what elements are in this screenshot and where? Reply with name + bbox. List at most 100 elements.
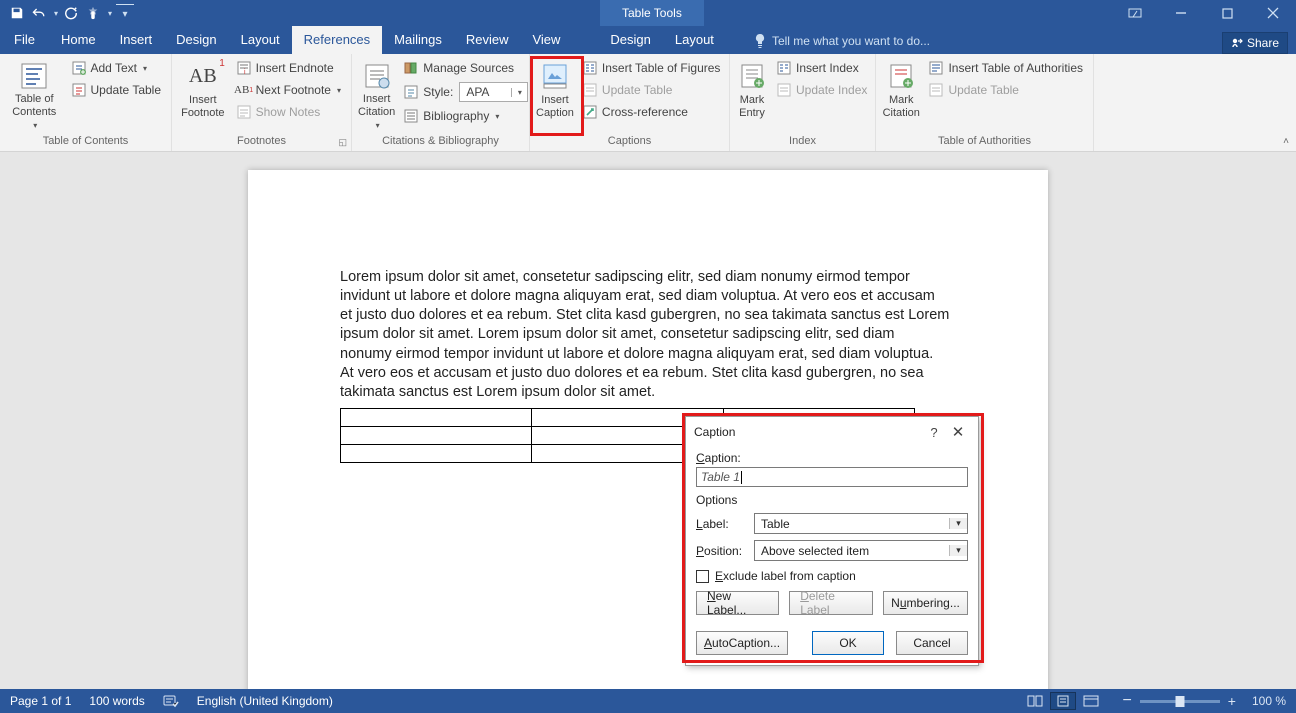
undo-icon[interactable] — [30, 4, 48, 22]
insert-toa-button[interactable]: Insert Table of Authorities — [924, 58, 1087, 78]
qat-customize-icon[interactable]: ▾ — [116, 4, 134, 22]
table-of-contents-button[interactable]: Table of Contents ▾ — [6, 58, 63, 130]
cross-ref-label: Cross-reference — [602, 105, 688, 119]
style-combo[interactable]: APA ▾ — [459, 82, 528, 102]
update-toa-button[interactable]: Update Table — [924, 80, 1087, 100]
group-label-toa: Table of Authorities — [876, 133, 1093, 151]
insert-toa-label: Insert Table of Authorities — [948, 61, 1083, 75]
insert-footnote-button[interactable]: AB1 Insert Footnote — [178, 58, 228, 130]
status-page[interactable]: Page 1 of 1 — [10, 694, 71, 708]
update-captions-table-button[interactable]: Update Table — [578, 80, 725, 100]
delete-label-button[interactable]: Delete Label — [789, 591, 873, 615]
ok-button[interactable]: OK — [812, 631, 884, 655]
show-notes-icon — [236, 104, 252, 120]
tab-references[interactable]: References — [292, 26, 382, 54]
touch-dropdown-icon[interactable]: ▾ — [108, 9, 112, 18]
manage-sources-button[interactable]: Manage Sources — [399, 58, 532, 78]
tab-design[interactable]: Design — [164, 26, 228, 54]
autocaption-button[interactable]: AutoCaption... — [696, 631, 788, 655]
ribbon-display-options-icon[interactable] — [1112, 0, 1158, 26]
redo-icon[interactable] — [62, 4, 80, 22]
tab-review[interactable]: Review — [454, 26, 521, 54]
position-combo[interactable]: Above selected item ▾ — [754, 540, 968, 561]
chevron-down-icon: ▾ — [33, 121, 37, 130]
save-icon[interactable] — [8, 4, 26, 22]
dialog-titlebar[interactable]: Caption ? ✕ — [686, 417, 978, 447]
web-layout-icon[interactable] — [1078, 692, 1104, 710]
read-mode-icon[interactable] — [1022, 692, 1048, 710]
help-button[interactable]: ? — [922, 425, 946, 440]
tab-home[interactable]: Home — [49, 26, 108, 54]
update-toc-label: Update Table — [91, 83, 162, 97]
print-layout-icon[interactable] — [1050, 692, 1076, 710]
manage-sources-label: Manage Sources — [423, 61, 514, 75]
tab-contextual-layout[interactable]: Layout — [663, 26, 726, 54]
next-footnote-button[interactable]: AB1 Next Footnote▾ — [232, 80, 345, 100]
chevron-down-icon: ▾ — [376, 121, 380, 130]
zoom-level[interactable]: 100 % — [1252, 694, 1286, 708]
insert-citation-button[interactable]: Insert Citation ▾ — [358, 58, 395, 130]
status-word-count[interactable]: 100 words — [89, 694, 144, 708]
tab-contextual-design[interactable]: Design — [598, 26, 662, 54]
close-button[interactable] — [1250, 0, 1296, 26]
insert-caption-button[interactable]: Insert Caption — [536, 58, 574, 130]
numbering-button[interactable]: Numbering... — [883, 591, 968, 615]
undo-dropdown-icon[interactable]: ▾ — [54, 9, 58, 18]
insert-table-of-figures-button[interactable]: Insert Table of Figures — [578, 58, 725, 78]
touch-mode-icon[interactable] — [84, 4, 102, 22]
tab-insert[interactable]: Insert — [108, 26, 165, 54]
exclude-label-checkbox[interactable]: Exclude label from caption — [696, 569, 968, 583]
chevron-down-icon[interactable]: ▾ — [949, 518, 967, 529]
citation-icon — [361, 60, 393, 91]
endnote-icon: i — [236, 60, 252, 76]
spellcheck-icon[interactable] — [163, 694, 179, 708]
body-paragraph[interactable]: Lorem ipsum dolor sit amet, consetetur s… — [340, 268, 950, 402]
tab-mailings[interactable]: Mailings — [382, 26, 454, 54]
group-label-citations: Citations & Bibliography — [352, 133, 529, 151]
checkbox-icon[interactable] — [696, 570, 709, 583]
mark-entry-button[interactable]: Mark Entry — [736, 58, 768, 130]
add-text-button[interactable]: Add Text▾ — [67, 58, 166, 78]
dialog-title: Caption — [694, 425, 922, 439]
slider-thumb-icon[interactable] — [1175, 696, 1184, 707]
update-table-icon — [71, 82, 87, 98]
show-notes-label: Show Notes — [256, 105, 321, 119]
style-selector[interactable]: Style: APA ▾ — [399, 80, 532, 104]
zoom-in-button[interactable]: + — [1228, 693, 1236, 709]
label-combo[interactable]: Table ▾ — [754, 513, 968, 534]
quick-access-toolbar: ▾ ▾ ▾ — [0, 4, 134, 22]
bibliography-button[interactable]: Bibliography▾ — [399, 106, 532, 126]
tab-layout[interactable]: Layout — [229, 26, 292, 54]
dialog-launcher-icon[interactable]: ◱ — [338, 137, 347, 148]
cancel-button[interactable]: Cancel — [896, 631, 968, 655]
zoom-slider[interactable] — [1140, 700, 1220, 703]
status-language[interactable]: English (United Kingdom) — [197, 694, 333, 708]
chevron-down-icon: ▾ — [495, 112, 499, 121]
share-button[interactable]: Share — [1222, 32, 1288, 54]
tof-icon — [582, 60, 598, 76]
next-footnote-icon: AB1 — [236, 82, 252, 98]
close-icon[interactable]: ✕ — [946, 423, 970, 441]
zoom-out-button[interactable]: − — [1122, 692, 1131, 710]
document-area[interactable]: Lorem ipsum dolor sit amet, consetetur s… — [0, 152, 1296, 689]
show-notes-button[interactable]: Show Notes — [232, 102, 345, 122]
cross-reference-button[interactable]: Cross-reference — [578, 102, 725, 122]
update-index-button[interactable]: Update Index — [772, 80, 871, 100]
maximize-button[interactable] — [1204, 0, 1250, 26]
insert-index-button[interactable]: Insert Index — [772, 58, 871, 78]
insert-endnote-button[interactable]: i Insert Endnote — [232, 58, 345, 78]
new-label-button[interactable]: New Label... — [696, 591, 779, 615]
insert-index-label: Insert Index — [796, 61, 859, 75]
chevron-down-icon[interactable]: ▾ — [511, 88, 527, 97]
caption-input[interactable]: Table 1 — [696, 467, 968, 487]
collapse-ribbon-icon[interactable]: ˄ — [1276, 54, 1296, 151]
mark-citation-button[interactable]: Mark Citation — [882, 58, 920, 130]
tab-file[interactable]: File — [0, 26, 49, 54]
update-toc-button[interactable]: Update Table — [67, 80, 166, 100]
update-index-icon — [776, 82, 792, 98]
tab-view[interactable]: View — [520, 26, 572, 54]
chevron-down-icon[interactable]: ▾ — [949, 545, 967, 556]
tell-me-search[interactable]: Tell me what you want to do... — [754, 28, 930, 54]
minimize-button[interactable] — [1158, 0, 1204, 26]
options-section-label: Options — [696, 493, 968, 507]
